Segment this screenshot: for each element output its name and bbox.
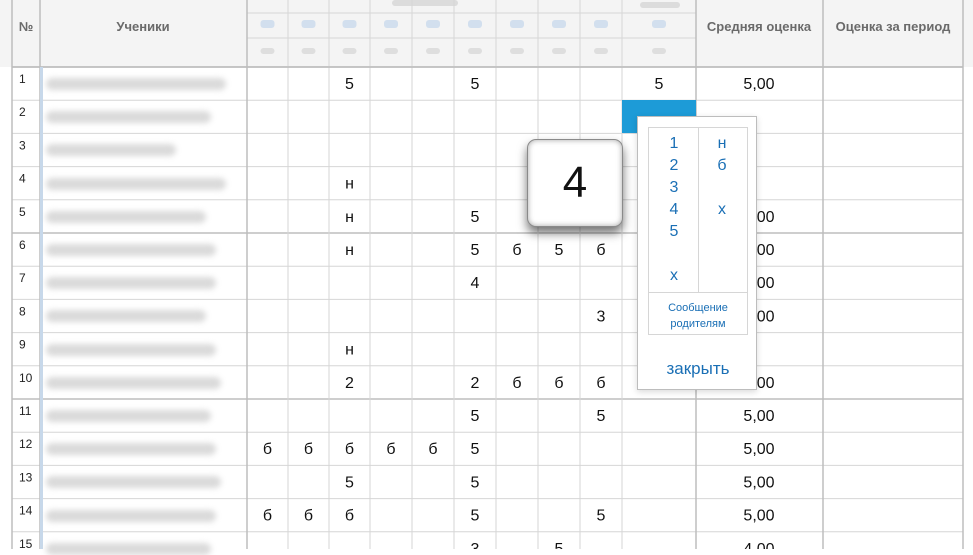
header-period-mark: Оценка за период xyxy=(836,19,951,34)
mark-cell[interactable]: б xyxy=(304,441,313,458)
student-name xyxy=(46,177,226,190)
average-value: 5,00 xyxy=(743,474,774,491)
student-name xyxy=(46,111,211,124)
row-number: 14 xyxy=(19,504,33,518)
student-name xyxy=(46,310,206,323)
student-name xyxy=(46,277,216,290)
close-popup-link[interactable]: закрыть xyxy=(638,359,758,379)
mark-cell[interactable]: б xyxy=(304,508,313,525)
average-value: 5,00 xyxy=(743,76,774,93)
average-value: 5,00 xyxy=(743,441,774,458)
student-name xyxy=(46,410,211,422)
mark-cell[interactable]: н xyxy=(345,209,354,226)
row-number: 6 xyxy=(19,238,26,252)
absence-option-n[interactable]: н xyxy=(712,135,732,153)
mark-cell[interactable]: н xyxy=(345,176,354,193)
header-number: № xyxy=(19,19,34,34)
message-parents-link[interactable]: Сообщение родителям xyxy=(648,300,748,332)
mark-cell[interactable]: б xyxy=(596,375,605,392)
student-name xyxy=(46,376,221,389)
row-number: 8 xyxy=(19,304,26,318)
mark-cell[interactable]: 5 xyxy=(345,76,354,93)
grade-option-2[interactable]: 2 xyxy=(664,157,684,175)
mark-cell[interactable]: б xyxy=(512,242,521,259)
mark-cell[interactable]: 4 xyxy=(471,275,480,292)
mark-cell[interactable]: б xyxy=(263,508,272,525)
grade-option-x[interactable]: х xyxy=(664,267,684,285)
mark-cell[interactable]: б xyxy=(428,441,437,458)
row-number: 4 xyxy=(19,172,26,186)
row-number: 9 xyxy=(19,338,26,352)
row-number: 1 xyxy=(19,72,26,86)
row-number: 7 xyxy=(19,271,26,285)
row-number: 12 xyxy=(19,437,33,451)
mark-cell[interactable]: 3 xyxy=(597,308,606,325)
mark-cell[interactable]: б xyxy=(554,375,563,392)
mark-cell[interactable]: 5 xyxy=(471,76,480,93)
student-name xyxy=(46,443,216,456)
mark-cell[interactable]: 5 xyxy=(471,242,480,259)
row-number: 11 xyxy=(19,404,32,418)
mark-cell[interactable]: н xyxy=(345,242,354,259)
row-number: 15 xyxy=(19,537,33,549)
student-name xyxy=(46,244,216,256)
average-value: 5,00 xyxy=(743,408,774,425)
row-number: 3 xyxy=(19,138,26,152)
mark-cell[interactable]: б xyxy=(345,441,354,458)
student-name xyxy=(46,343,216,356)
mark-cell[interactable]: 5 xyxy=(471,508,480,525)
mark-cell[interactable]: 5 xyxy=(471,474,480,491)
student-name xyxy=(46,509,216,522)
mark-cell[interactable]: 2 xyxy=(471,375,480,392)
header-students: Ученики xyxy=(116,19,169,34)
mark-cell[interactable]: б xyxy=(345,508,354,525)
mark-cell[interactable]: 5 xyxy=(345,474,354,491)
mark-cell[interactable]: 5 xyxy=(471,408,480,425)
absence-option-b[interactable]: б xyxy=(712,157,732,175)
student-name xyxy=(46,78,226,90)
selected-mark-preview: 4 xyxy=(527,139,623,227)
average-value: 5,00 xyxy=(743,508,774,525)
student-name xyxy=(46,476,221,489)
row-number: 10 xyxy=(19,371,33,385)
mark-cell[interactable]: 2 xyxy=(345,375,354,392)
mark-cell[interactable]: б xyxy=(263,441,272,458)
student-name xyxy=(46,144,176,157)
mark-cell[interactable]: 3 xyxy=(471,541,480,549)
mark-cell[interactable]: 5 xyxy=(555,541,564,549)
grade-option-3[interactable]: 3 xyxy=(664,179,684,197)
mark-cell[interactable]: 5 xyxy=(471,209,480,226)
grade-option-5[interactable]: 5 xyxy=(664,223,684,241)
header-average: Средняя оценка xyxy=(707,19,812,34)
absence-option-x[interactable]: х xyxy=(712,201,732,219)
mark-cell[interactable]: 5 xyxy=(471,441,480,458)
grade-option-1[interactable]: 1 xyxy=(664,135,684,153)
row-number: 5 xyxy=(19,205,26,219)
row-number: 2 xyxy=(19,105,26,119)
grade-option-4[interactable]: 4 xyxy=(664,201,684,219)
mark-cell[interactable]: 5 xyxy=(555,242,564,259)
mark-cell[interactable]: б xyxy=(596,242,605,259)
mark-cell[interactable]: б xyxy=(386,441,395,458)
mark-cell[interactable]: 5 xyxy=(597,508,606,525)
mark-cell[interactable]: б xyxy=(512,375,521,392)
average-value: 4,00 xyxy=(743,541,774,549)
mark-cell[interactable]: 5 xyxy=(655,76,664,93)
row-number: 13 xyxy=(19,470,33,484)
mark-picker-popup: 1 2 3 4 5 х н б х Сообщение родителям за… xyxy=(637,116,757,390)
mark-cell[interactable]: 5 xyxy=(597,408,606,425)
mark-cell[interactable]: н xyxy=(345,342,354,359)
student-name xyxy=(46,210,206,223)
